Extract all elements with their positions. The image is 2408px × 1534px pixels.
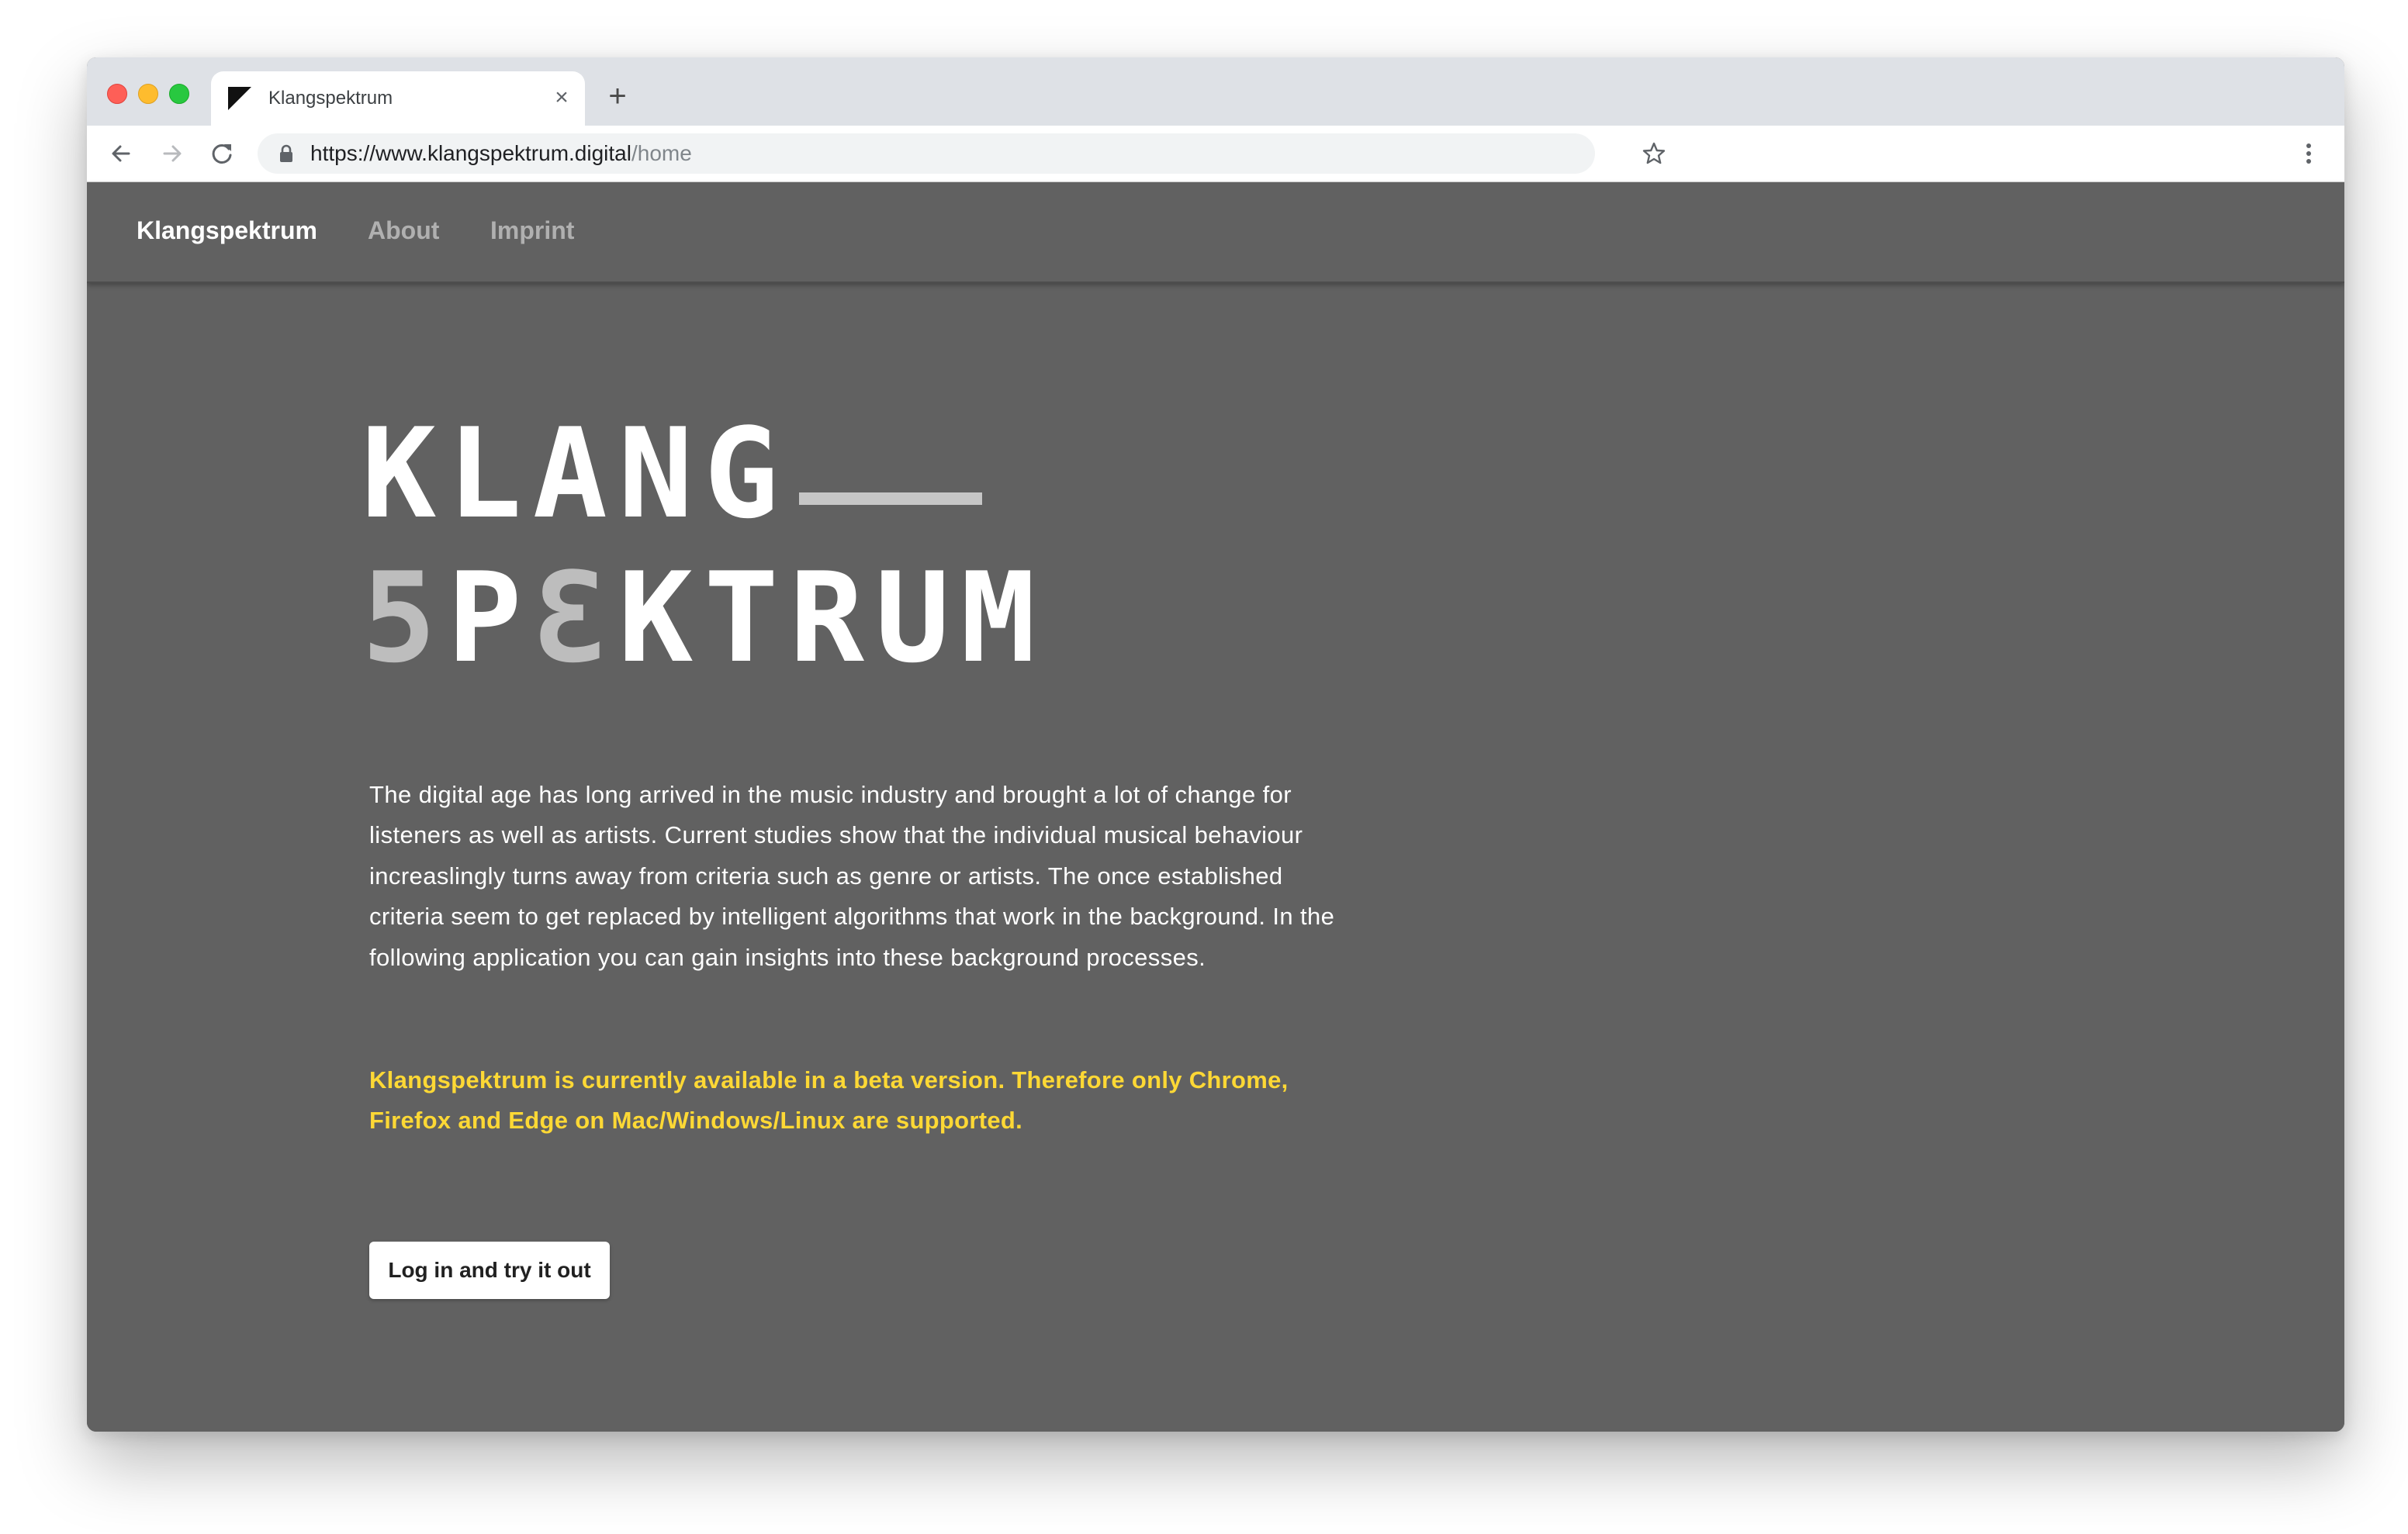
url-host: https://www.klangspektrum.digital (310, 141, 631, 165)
tab-klangspektrum[interactable]: Klangspektrum × (211, 71, 585, 126)
star-icon[interactable] (1642, 141, 1666, 166)
tab-title: Klangspektrum (268, 88, 393, 109)
tab-strip: Klangspektrum × + (87, 57, 2344, 126)
brand-link[interactable]: Klangspektrum (137, 215, 317, 246)
nav-link-imprint[interactable]: Imprint (490, 215, 574, 246)
logo-glyph-reversed-e: Ɛ (532, 545, 618, 690)
new-tab-button[interactable]: + (602, 81, 633, 112)
logo-glyph-p: P (447, 545, 533, 690)
login-button[interactable]: Log in and try it out (369, 1242, 610, 1299)
logo-line-klang: KLANG (362, 401, 790, 546)
url-path: /home (631, 141, 692, 165)
beta-notice: Klangspektrum is currently available in … (369, 1066, 1289, 1135)
minimize-window-button[interactable] (138, 84, 158, 104)
browser-window: Klangspektrum × + https://www.klangspekt… (87, 57, 2344, 1432)
menu-icon[interactable] (2293, 138, 2324, 169)
back-icon[interactable] (106, 138, 137, 169)
site-navbar: Klangspektrum About Imprint (87, 182, 2344, 283)
logo-glyph-5: 5 (362, 545, 448, 690)
nav-link-about[interactable]: About (368, 215, 439, 246)
logo-line-spektrum: 5PƐKTRUM (362, 556, 1047, 680)
klangspektrum-favicon-icon (228, 87, 251, 110)
page-content: Klangspektrum About Imprint KLANG 5PƐKTR… (87, 182, 2344, 1432)
tab-close-icon[interactable]: × (549, 85, 574, 110)
lock-icon (280, 144, 292, 162)
maximize-window-button[interactable] (169, 84, 189, 104)
address-bar[interactable]: https://www.klangspektrum.digital/home (258, 133, 1666, 174)
logo-underscore-bar (799, 492, 982, 505)
hero-description: The digital age has long arrived in the … (369, 781, 1335, 971)
browser-toolbar: https://www.klangspektrum.digital/home (87, 126, 2344, 182)
url-text: https://www.klangspektrum.digital/home (310, 142, 692, 165)
forward-icon[interactable] (157, 138, 188, 169)
reload-icon[interactable] (206, 138, 237, 169)
logo-glyph-ktrum: KTRUM (618, 545, 1047, 690)
close-window-button[interactable] (107, 84, 127, 104)
klangspektrum-logo: KLANG 5PƐKTRUM (362, 412, 1060, 707)
